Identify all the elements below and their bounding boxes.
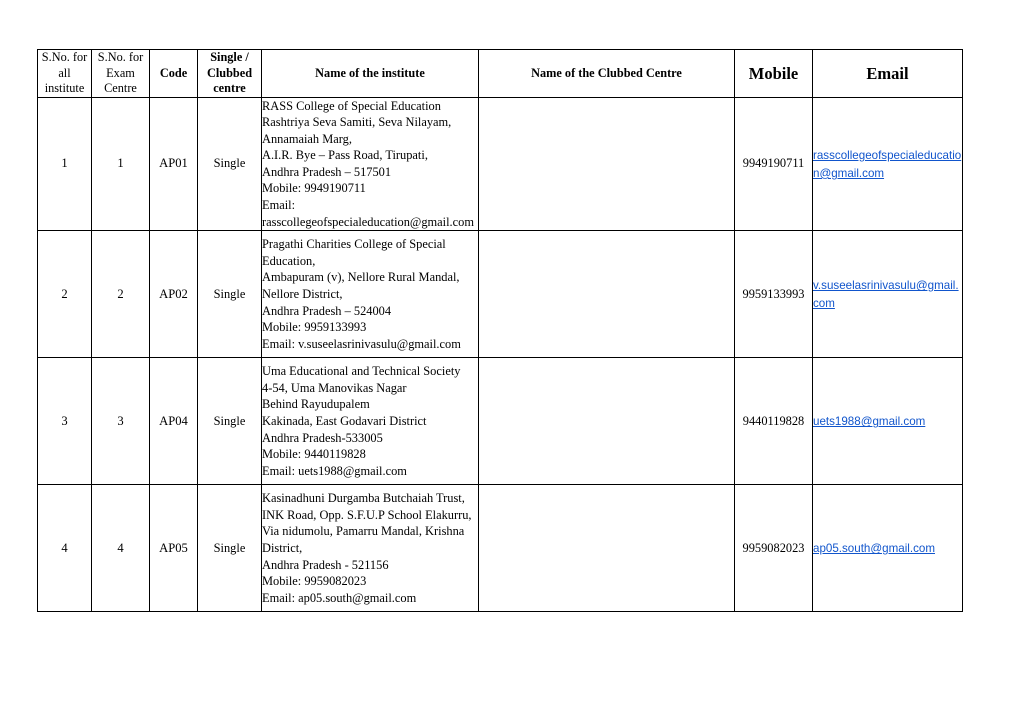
cell-code: AP02: [149, 230, 198, 359]
cell-mobile: 9959082023: [734, 484, 813, 613]
cell-sno-all: 4: [37, 484, 92, 613]
cell-single-clubbed: Single: [197, 230, 262, 359]
cell-mobile: 9959133993: [734, 230, 813, 359]
column-header-code: Code: [149, 49, 198, 98]
column-header-email: Email: [812, 49, 963, 98]
table-row: 4 4 AP05 Single Kasinadhuni Durgamba But…: [37, 484, 963, 613]
cell-sno-all: 3: [37, 357, 92, 486]
column-header-sno-exam: S.No. for Exam Centre: [91, 49, 150, 98]
column-header-institute-name: Name of the institute: [261, 49, 479, 98]
email-link[interactable]: ap05.south@gmail.com: [813, 542, 935, 555]
cell-single-clubbed: Single: [197, 96, 262, 232]
table-header: S.No. for all institute S.No. for Exam C…: [37, 49, 963, 98]
exam-centre-table: S.No. for all institute S.No. for Exam C…: [37, 49, 963, 613]
institute-address-text: Pragathi Charities College of Special Ed…: [262, 237, 461, 351]
table-row: 2 2 AP02 Single Pragathi Charities Colle…: [37, 230, 963, 359]
cell-institute-name: Kasinadhuni Durgamba Butchaiah Trust, IN…: [261, 484, 479, 613]
cell-institute-name: Uma Educational and Technical Society 4-…: [261, 357, 479, 486]
cell-clubbed-centre-name: [478, 484, 735, 613]
cell-mobile: 9440119828: [734, 357, 813, 486]
cell-clubbed-centre-name: [478, 230, 735, 359]
email-link[interactable]: rasscollegeofspecialeducation@gmail.com: [813, 149, 961, 180]
institute-address-text: RASS College of Special Education Rashtr…: [262, 98, 474, 229]
cell-clubbed-centre-name: [478, 357, 735, 486]
cell-sno-exam: 2: [91, 230, 150, 359]
cell-email: rasscollegeofspecialeducation@gmail.com: [812, 96, 963, 232]
cell-clubbed-centre-name: [478, 96, 735, 232]
cell-email: uets1988@gmail.com: [812, 357, 963, 486]
column-header-mobile: Mobile: [734, 49, 813, 98]
table-header-row: S.No. for all institute S.No. for Exam C…: [37, 49, 963, 98]
email-link[interactable]: v.suseelasrinivasulu@gmail.com: [813, 279, 959, 310]
table-body: 1 1 AP01 Single RASS College of Special …: [37, 96, 963, 613]
column-header-clubbed-centre-name: Name of the Clubbed Centre: [478, 49, 735, 98]
institute-address-text: Kasinadhuni Durgamba Butchaiah Trust, IN…: [262, 491, 472, 605]
cell-sno-exam: 1: [91, 96, 150, 232]
cell-single-clubbed: Single: [197, 357, 262, 486]
table-row: 3 3 AP04 Single Uma Educational and Tech…: [37, 357, 963, 486]
institute-address-text: Uma Educational and Technical Society 4-…: [262, 364, 461, 478]
table-row: 1 1 AP01 Single RASS College of Special …: [37, 96, 963, 232]
cell-sno-exam: 3: [91, 357, 150, 486]
exam-centre-table-container: S.No. for all institute S.No. for Exam C…: [37, 49, 963, 613]
document-page: S.No. for all institute S.No. for Exam C…: [0, 0, 1020, 721]
cell-sno-exam: 4: [91, 484, 150, 613]
cell-institute-name: RASS College of Special Education Rashtr…: [261, 96, 479, 232]
column-header-sno-all: S.No. for all institute: [37, 49, 92, 98]
email-link[interactable]: uets1988@gmail.com: [813, 415, 925, 428]
cell-mobile: 9949190711: [734, 96, 813, 232]
cell-code: AP01: [149, 96, 198, 232]
cell-institute-name: Pragathi Charities College of Special Ed…: [261, 230, 479, 359]
cell-email: v.suseelasrinivasulu@gmail.com: [812, 230, 963, 359]
column-header-single-clubbed: Single / Clubbed centre: [197, 49, 262, 98]
cell-code: AP05: [149, 484, 198, 613]
cell-email: ap05.south@gmail.com: [812, 484, 963, 613]
cell-sno-all: 2: [37, 230, 92, 359]
cell-code: AP04: [149, 357, 198, 486]
cell-sno-all: 1: [37, 96, 92, 232]
cell-single-clubbed: Single: [197, 484, 262, 613]
